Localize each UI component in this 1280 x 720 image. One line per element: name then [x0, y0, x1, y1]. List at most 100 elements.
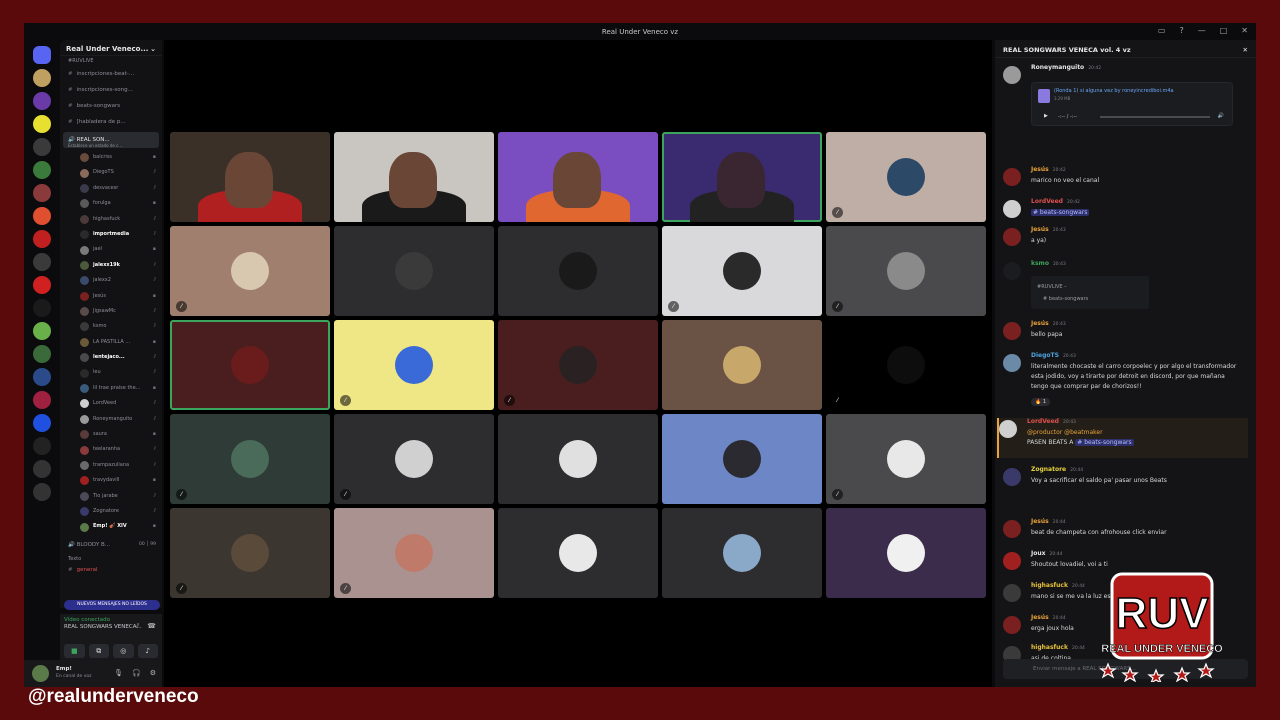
- server-icon[interactable]: [33, 483, 51, 501]
- video-tile-camera[interactable]: [498, 132, 658, 222]
- minimize-icon[interactable]: —: [1198, 26, 1206, 35]
- channel-mention[interactable]: # beats-songwars: [1031, 209, 1090, 216]
- video-tile[interactable]: ⁄: [334, 414, 494, 504]
- avatar[interactable]: [1003, 552, 1021, 570]
- message-author[interactable]: DiegoTS 20:43: [1031, 352, 1076, 359]
- help-icon[interactable]: ?: [1179, 26, 1183, 35]
- voice-member[interactable]: balcriss ▪: [60, 150, 162, 165]
- avatar[interactable]: [1003, 616, 1021, 634]
- video-tile[interactable]: ⁄: [170, 226, 330, 316]
- message-author[interactable]: Joux 20:44: [1031, 550, 1062, 557]
- camera-button[interactable]: ■: [64, 644, 85, 658]
- server-icon[interactable]: [33, 391, 51, 409]
- video-tile[interactable]: ⁄: [826, 320, 986, 410]
- avatar[interactable]: [1003, 262, 1021, 280]
- channel-category[interactable]: #RUVLIVE: [60, 56, 162, 66]
- video-tile[interactable]: [498, 414, 658, 504]
- new-messages-pill[interactable]: NUEVOS MENSAJES NO LEÍDOS: [64, 600, 160, 610]
- video-tile[interactable]: [662, 320, 822, 410]
- video-tile[interactable]: [826, 508, 986, 598]
- microphone-icon[interactable]: 🎙: [114, 669, 123, 677]
- video-tile[interactable]: ⁄: [826, 132, 986, 222]
- message-author[interactable]: highasfuck 20:44: [1031, 644, 1085, 651]
- server-header[interactable]: Real Under Veneco... ⌄: [60, 40, 162, 56]
- server-icon[interactable]: [33, 161, 51, 179]
- message-author[interactable]: LordVeed 20:43: [1027, 418, 1076, 425]
- message-author[interactable]: LordVeed 20:42: [1031, 198, 1080, 205]
- video-tile[interactable]: [170, 320, 330, 410]
- voice-member[interactable]: JigsawMc ⫽: [60, 304, 162, 319]
- server-icon[interactable]: [33, 345, 51, 363]
- voice-channel-active[interactable]: 🔊 REAL SON... Establece un estado de c..…: [63, 132, 159, 148]
- video-tile[interactable]: ⁄: [826, 414, 986, 504]
- server-icon[interactable]: [33, 184, 51, 202]
- video-tile-camera[interactable]: [170, 132, 330, 222]
- text-category[interactable]: Texto: [60, 553, 162, 565]
- server-icon[interactable]: [33, 368, 51, 386]
- voice-member[interactable]: importmedia ⫽: [60, 227, 162, 242]
- avatar[interactable]: [1003, 520, 1021, 538]
- server-icon[interactable]: [33, 276, 51, 294]
- server-icon[interactable]: [33, 437, 51, 455]
- channel-item[interactable]: # inscripciones-song...: [60, 82, 162, 98]
- voice-member[interactable]: jalexx2 ⫽: [60, 273, 162, 288]
- channel-mention[interactable]: # beats-songwars: [1075, 439, 1134, 446]
- activity-button[interactable]: ◎: [113, 644, 134, 658]
- message-author[interactable]: highasfuck 20:44: [1031, 582, 1085, 589]
- attachment-name[interactable]: (Ronda 1) si alguna vez by roneyincredib…: [1054, 88, 1174, 94]
- voice-member[interactable]: teelaranha ⫽: [60, 442, 162, 457]
- server-icon[interactable]: [33, 460, 51, 478]
- gear-icon[interactable]: ⚙: [150, 669, 156, 677]
- server-icon[interactable]: [33, 69, 51, 87]
- avatar[interactable]: [1003, 584, 1021, 602]
- avatar[interactable]: [32, 665, 49, 682]
- avatar[interactable]: [999, 420, 1017, 438]
- volume-icon[interactable]: 🔊: [1218, 113, 1224, 119]
- message-author[interactable]: Jesús 20:44: [1031, 614, 1066, 621]
- message-author[interactable]: Roneymanguito 20:42: [1031, 64, 1101, 71]
- channel-item[interactable]: # beats-songwars: [60, 98, 162, 114]
- server-icon[interactable]: [33, 92, 51, 110]
- video-tile[interactable]: ⁄: [334, 508, 494, 598]
- message-author[interactable]: ksmo 20:43: [1031, 260, 1066, 267]
- voice-member[interactable]: ksmo ⫽: [60, 319, 162, 334]
- avatar[interactable]: [1003, 354, 1021, 372]
- server-icon[interactable]: [33, 322, 51, 340]
- channel-item[interactable]: # inscripciones-beat-...: [60, 66, 162, 82]
- message-author[interactable]: Jesús 20:42: [1031, 166, 1066, 173]
- voice-member[interactable]: highasfuck ⫽: [60, 212, 162, 227]
- maximize-icon[interactable]: □: [1220, 26, 1228, 35]
- disconnect-icon[interactable]: ☎: [147, 622, 156, 631]
- reaction-chip[interactable]: 🔥 1: [1031, 398, 1050, 406]
- video-tile[interactable]: [498, 226, 658, 316]
- server-icon[interactable]: [33, 299, 51, 317]
- voice-member[interactable]: trampazuliana ⫽: [60, 458, 162, 473]
- headphones-icon[interactable]: 🎧: [132, 669, 141, 677]
- server-icon[interactable]: [33, 207, 51, 225]
- voice-member[interactable]: forulga ▪: [60, 196, 162, 211]
- voice-member[interactable]: leu ⫽: [60, 365, 162, 380]
- voice-member[interactable]: Emp! 🎻 XIV ▪: [60, 519, 162, 534]
- video-tile-camera[interactable]: [334, 132, 494, 222]
- video-tile[interactable]: ⁄: [170, 508, 330, 598]
- avatar[interactable]: [1003, 168, 1021, 186]
- video-tile[interactable]: ⁄: [826, 226, 986, 316]
- server-icon[interactable]: [33, 253, 51, 271]
- noise-suppression-icon[interactable]: ⫽: [136, 622, 139, 631]
- home-icon[interactable]: [33, 46, 51, 64]
- message-author[interactable]: Jesús 20:43: [1031, 320, 1066, 327]
- voice-member[interactable]: LordVeed ⫽: [60, 396, 162, 411]
- avatar[interactable]: [1003, 322, 1021, 340]
- voice-member[interactable]: Zognatore ⫽: [60, 504, 162, 519]
- play-icon[interactable]: ▶: [1044, 113, 1048, 119]
- avatar[interactable]: [1003, 228, 1021, 246]
- message-author[interactable]: Zognatore 20:44: [1031, 466, 1083, 473]
- video-tile[interactable]: ⁄: [662, 226, 822, 316]
- voice-member[interactable]: LA PASTILLA ... ▪: [60, 335, 162, 350]
- channel-embed[interactable]: #RUVLIVE – # beats-songwars: [1031, 276, 1149, 309]
- video-tile-camera[interactable]: [662, 132, 822, 222]
- voice-member[interactable]: jael ▪: [60, 242, 162, 257]
- channel-item[interactable]: # [habladera de p...: [60, 114, 162, 130]
- message-author[interactable]: Jesús 20:43: [1031, 226, 1066, 233]
- video-tile[interactable]: ⁄: [170, 414, 330, 504]
